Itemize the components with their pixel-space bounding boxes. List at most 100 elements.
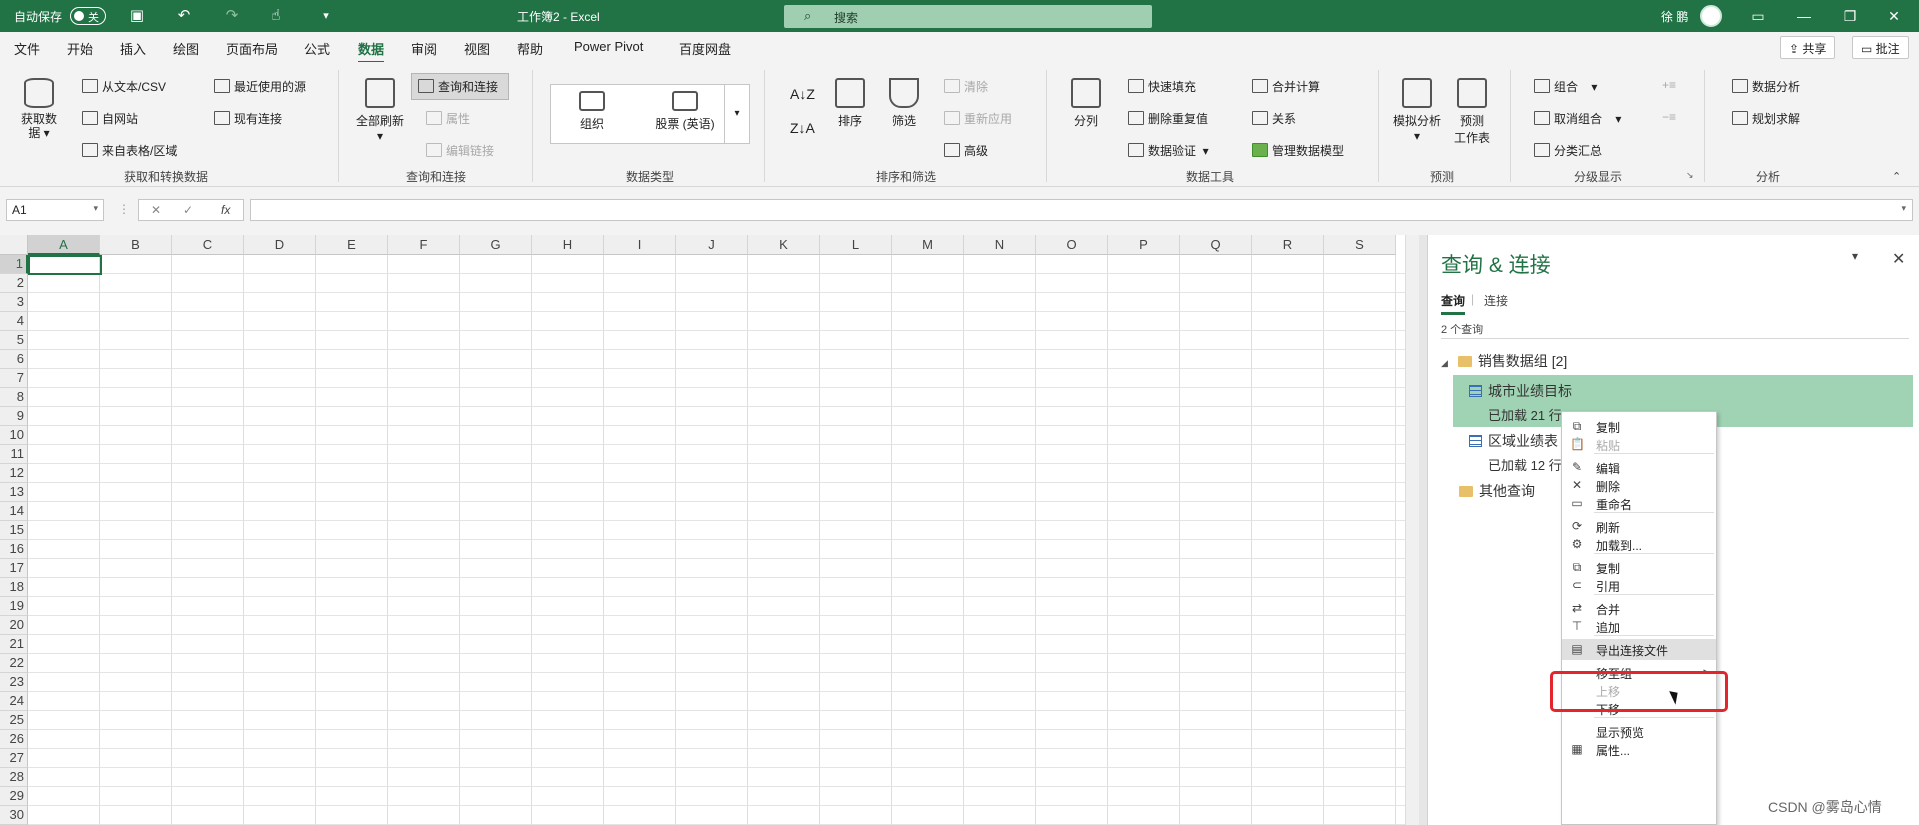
undo-icon[interactable]: ↶: [174, 6, 194, 26]
tab-help[interactable]: 帮助: [517, 39, 543, 58]
tab-data[interactable]: 数据: [358, 39, 385, 64]
query-item-city-targets[interactable]: 城市业绩目标: [1469, 381, 1572, 401]
row-header-7[interactable]: 7: [0, 369, 28, 388]
column-header-q[interactable]: Q: [1180, 235, 1252, 255]
pane-tab-queries[interactable]: 查询: [1441, 292, 1466, 315]
row-header-27[interactable]: 27: [0, 749, 28, 768]
show-detail-icon[interactable]: +≡: [1662, 78, 1676, 92]
query-group-sales[interactable]: ◢ 销售数据组 [2]: [1441, 351, 1567, 371]
row-header-9[interactable]: 9: [0, 407, 28, 426]
outline-dialog-launcher-icon[interactable]: ↘: [1686, 170, 1694, 181]
column-header-s[interactable]: S: [1324, 235, 1396, 255]
manage-data-model-button[interactable]: 管理数据模型: [1252, 142, 1344, 159]
share-button[interactable]: ⇪ 共享: [1780, 36, 1836, 59]
cancel-formula-icon[interactable]: ✕: [151, 203, 161, 217]
enter-formula-icon[interactable]: ✓: [183, 203, 193, 217]
refresh-all-button[interactable]: 全部刷新 ▾: [352, 78, 408, 143]
customize-qat-icon[interactable]: ▾: [316, 6, 336, 26]
from-web-button[interactable]: 自网站: [82, 110, 138, 127]
recent-sources-button[interactable]: 最近使用的源: [214, 78, 306, 95]
solver-button[interactable]: 规划求解: [1732, 110, 1800, 127]
redo-icon[interactable]: ↷: [222, 6, 242, 26]
group-button[interactable]: 组合 ▾: [1534, 78, 1597, 95]
pane-options-icon[interactable]: ▾: [1852, 249, 1858, 263]
edit-links-button[interactable]: 编辑链接: [426, 142, 494, 159]
row-header-26[interactable]: 26: [0, 730, 28, 749]
row-header-17[interactable]: 17: [0, 559, 28, 578]
touch-mode-icon[interactable]: ☝: [266, 6, 286, 26]
data-types-gallery[interactable]: 组织 股票 (英语): [550, 84, 750, 144]
row-header-25[interactable]: 25: [0, 711, 28, 730]
tab-file[interactable]: 文件: [14, 39, 40, 58]
cell-area[interactable]: [28, 255, 1405, 825]
tab-power-pivot[interactable]: Power Pivot: [574, 39, 643, 54]
name-box-dropdown-icon[interactable]: ▾: [93, 203, 98, 214]
row-header-12[interactable]: 12: [0, 464, 28, 483]
worksheet-grid[interactable]: A B C D E F G H I J K L M N O P Q R S 1 2 3 4 5 6 7 8 9 10 11 12 13 14 15…: [0, 235, 1405, 825]
row-header-21[interactable]: 21: [0, 635, 28, 654]
data-analysis-button[interactable]: 数据分析: [1732, 78, 1800, 95]
column-header-p[interactable]: P: [1108, 235, 1180, 255]
sort-button[interactable]: 排序: [832, 78, 868, 129]
advanced-filter-button[interactable]: 高级: [944, 142, 988, 159]
row-header-2[interactable]: 2: [0, 274, 28, 293]
column-header-m[interactable]: M: [892, 235, 964, 255]
row-header-29[interactable]: 29: [0, 787, 28, 806]
autosave-toggle[interactable]: 关: [70, 7, 106, 25]
row-header-18[interactable]: 18: [0, 578, 28, 597]
insert-function-icon[interactable]: fx: [221, 203, 230, 217]
what-if-analysis-button[interactable]: 模拟分析 ▾: [1390, 78, 1444, 143]
collapse-ribbon-icon[interactable]: ⌃: [1892, 170, 1901, 183]
row-header-16[interactable]: 16: [0, 540, 28, 559]
query-group-other[interactable]: 其他查询: [1459, 481, 1535, 501]
from-text-csv-button[interactable]: 从文本/CSV: [82, 78, 166, 95]
tab-review[interactable]: 审阅: [411, 39, 437, 58]
clear-filter-button[interactable]: 清除: [944, 78, 988, 95]
column-header-l[interactable]: L: [820, 235, 892, 255]
hide-detail-icon[interactable]: −≡: [1662, 110, 1676, 124]
remove-duplicates-button[interactable]: 删除重复值: [1128, 110, 1208, 127]
restore-icon[interactable]: ❐: [1838, 6, 1862, 26]
formula-input[interactable]: ▾: [250, 199, 1913, 221]
tab-baidu-netdisk[interactable]: 百度网盘: [679, 39, 731, 58]
row-header-5[interactable]: 5: [0, 331, 28, 350]
row-header-1[interactable]: 1: [0, 255, 28, 274]
row-header-14[interactable]: 14: [0, 502, 28, 521]
avatar[interactable]: [1700, 5, 1722, 27]
forecast-sheet-button[interactable]: 预测 工作表: [1450, 78, 1494, 146]
expand-formula-bar-icon[interactable]: ▾: [1901, 203, 1906, 214]
text-to-columns-button[interactable]: 分列: [1066, 78, 1106, 129]
pane-close-icon[interactable]: ✕: [1892, 249, 1905, 269]
datatype-gallery-expand[interactable]: ▾: [724, 84, 750, 144]
minimize-icon[interactable]: —: [1792, 6, 1816, 26]
existing-connections-button[interactable]: 现有连接: [214, 110, 282, 127]
row-header-3[interactable]: 3: [0, 293, 28, 312]
tab-formulas[interactable]: 公式: [304, 39, 330, 58]
sort-ascending-icon[interactable]: A↓Z: [790, 86, 815, 102]
sort-descending-icon[interactable]: Z↓A: [790, 120, 815, 136]
row-header-28[interactable]: 28: [0, 768, 28, 787]
row-header-11[interactable]: 11: [0, 445, 28, 464]
properties-button[interactable]: 属性: [426, 110, 470, 127]
comments-button[interactable]: ▭ 批注: [1852, 36, 1909, 59]
row-header-10[interactable]: 10: [0, 426, 28, 445]
active-cell-a1[interactable]: [28, 255, 102, 275]
context-menu-item[interactable]: ⊤ 追加: [1562, 616, 1716, 637]
datatype-organization[interactable]: 组织: [567, 91, 617, 132]
row-header-4[interactable]: 4: [0, 312, 28, 331]
row-header-19[interactable]: 19: [0, 597, 28, 616]
row-header-23[interactable]: 23: [0, 673, 28, 692]
column-header-e[interactable]: E: [316, 235, 388, 255]
tab-view[interactable]: 视图: [464, 39, 490, 58]
context-menu-item[interactable]: 📋 粘贴: [1562, 434, 1716, 455]
context-menu-item[interactable]: ▦ 属性...: [1562, 739, 1716, 760]
ungroup-button[interactable]: 取消组合 ▾: [1534, 110, 1621, 127]
close-icon[interactable]: ✕: [1882, 6, 1906, 26]
column-header-b[interactable]: B: [100, 235, 172, 255]
relationships-button[interactable]: 关系: [1252, 110, 1296, 127]
user-name[interactable]: 徐 鹏: [1661, 8, 1688, 25]
flash-fill-button[interactable]: 快速填充: [1128, 78, 1196, 95]
context-menu-item[interactable]: ▤ 导出连接文件: [1562, 639, 1716, 660]
row-header-15[interactable]: 15: [0, 521, 28, 540]
subtotal-button[interactable]: 分类汇总: [1534, 142, 1602, 159]
